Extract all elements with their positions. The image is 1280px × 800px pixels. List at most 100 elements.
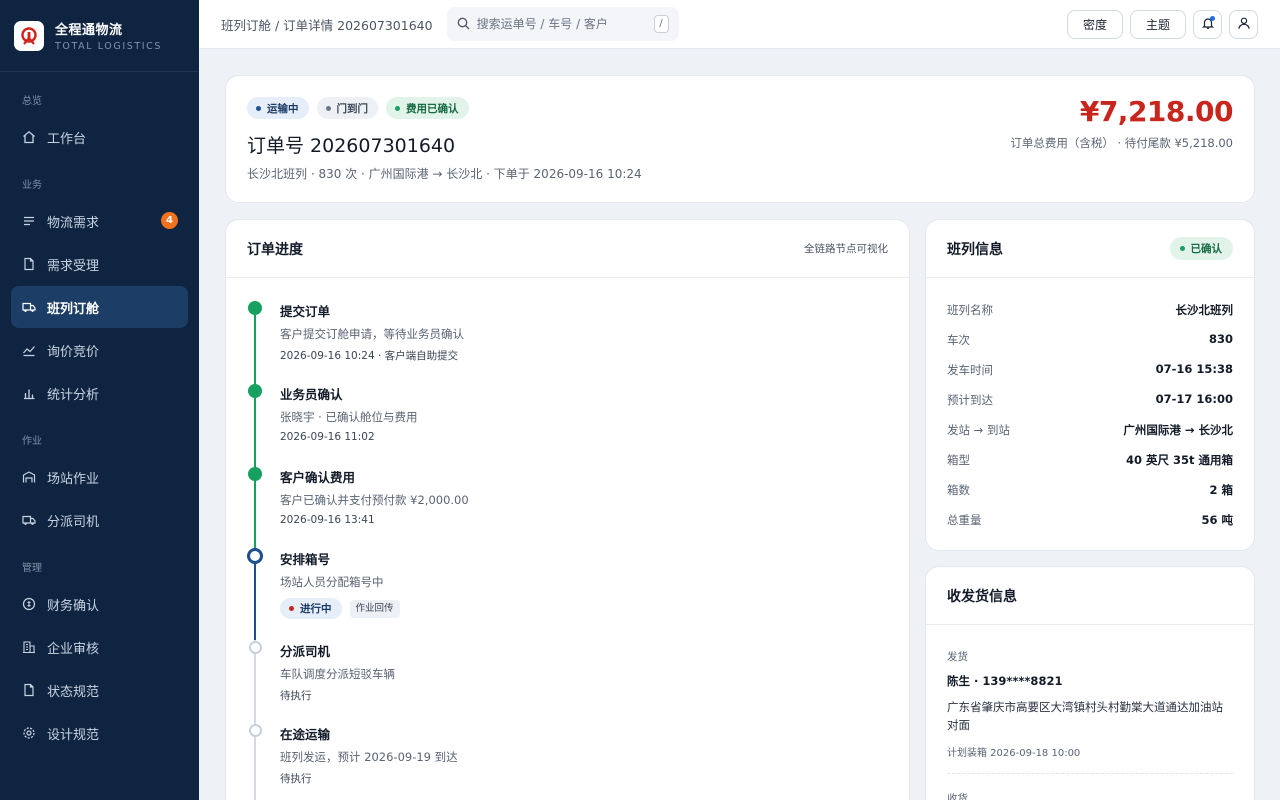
breadcrumb[interactable]: 班列订舱 / 订单详情 202607301640 <box>221 15 433 34</box>
timeline-node-current <box>247 548 263 564</box>
search-shortcut: / <box>653 15 669 33</box>
sidebar-item-label: 统计分析 <box>47 387 100 403</box>
sidebar-item-label: 询价竞价 <box>47 344 100 360</box>
sidebar-item-label: 工作台 <box>47 131 87 147</box>
in-progress-badge: 进行中 <box>280 598 342 619</box>
search-icon <box>457 15 470 34</box>
brand-name: 全程通物流 <box>55 23 123 38</box>
notification-button[interactable] <box>1193 10 1222 39</box>
sidebar-item-design-spec[interactable]: 设计规范 <box>11 712 188 754</box>
order-total: ¥7,218.00 <box>1079 95 1234 128</box>
info-row: 发站 → 到站 广州国际港 → 长沙北 <box>947 423 1233 437</box>
sidebar-item-label: 企业审核 <box>47 641 100 657</box>
logo-icon <box>14 20 44 51</box>
confirmed-badge: 已确认 <box>1169 237 1233 260</box>
info-row: 箱型 40 英尺 35t 通用箱 <box>947 453 1233 467</box>
timeline-step: 分派司机 车队调度分派短驳车辆 待执行 <box>280 644 395 702</box>
timeline-line-pending <box>254 640 256 800</box>
document-icon <box>22 683 36 697</box>
sender-contact: 陈生 · 139****8821 <box>947 674 1063 688</box>
sidebar-item-workbench[interactable]: 工作台 <box>11 116 188 158</box>
sender-plan-time: 计划装箱 2026-09-18 10:00 <box>947 748 1081 759</box>
card-title: 收发货信息 <box>947 588 1017 605</box>
timeline-step: 提交订单 客户提交订舱申请，等待业务员确认 2026-09-16 10:24 ·… <box>280 304 464 362</box>
sidebar-item-train-booking[interactable]: 班列订舱 <box>11 286 188 328</box>
count-badge: 4 <box>161 212 178 229</box>
info-row: 车次 830 <box>947 332 1233 347</box>
topbar: 班列订舱 / 订单详情 202607301640 / 密度 主题 <box>199 0 1280 49</box>
status-chip-fee-confirmed: 费用已确认 <box>386 97 469 119</box>
truck-icon <box>22 513 36 527</box>
sidebar-item-label: 物流需求 <box>47 215 100 231</box>
status-chip-in-transit: 运输中 <box>247 97 309 119</box>
brand: 全程通物流 TOTAL LOGISTICS <box>0 0 199 72</box>
status-chip-door-to-door: 门到门 <box>316 97 378 119</box>
trend-icon <box>22 343 36 357</box>
nav-group-operations: 作业 <box>22 436 42 447</box>
sidebar-item-label: 班列订舱 <box>47 301 100 317</box>
timeline-line-current <box>254 557 256 640</box>
sidebar-item-label: 状态规范 <box>47 684 100 700</box>
shipping-info-card: 收发货信息 发货 陈生 · 139****8821 广东省肇庆市高要区大湾镇村头… <box>925 566 1255 800</box>
document-icon <box>22 257 36 271</box>
timeline-step: 业务员确认 张晓宇 · 已确认舱位与费用 2026-09-16 11:02 <box>280 387 418 443</box>
sidebar-item-finance-confirm[interactable]: 财务确认 <box>11 583 188 625</box>
info-row: 预计到达 07-17 16:00 <box>947 392 1233 407</box>
timeline-node-pending <box>248 641 262 654</box>
sidebar-item-status-spec[interactable]: 状态规范 <box>11 669 188 711</box>
notification-dot <box>1210 16 1215 21</box>
sidebar-item-label: 财务确认 <box>47 598 100 614</box>
nav-group-business: 业务 <box>22 180 42 191</box>
sidebar-item-yard-operations[interactable]: 场站作业 <box>11 456 188 498</box>
sidebar-item-demand-accept[interactable]: 需求受理 <box>11 243 188 285</box>
sender-label: 发货 <box>947 651 968 663</box>
info-row: 箱数 2 箱 <box>947 483 1233 497</box>
info-row: 总重量 56 吨 <box>947 513 1233 527</box>
nav-group-overview: 总览 <box>22 96 42 107</box>
sidebar-item-statistics[interactable]: 统计分析 <box>11 372 188 414</box>
order-meta: 长沙北班列 · 830 次 · 广州国际港 → 长沙北 · 下单于 2026-0… <box>247 167 642 181</box>
info-row: 发车时间 07-16 15:38 <box>947 362 1233 377</box>
bar-chart-icon <box>22 386 36 400</box>
nav-group-management: 管理 <box>22 563 42 574</box>
user-icon <box>1237 15 1251 34</box>
divider <box>947 773 1233 774</box>
train-info-card: 班列信息 已确认 班列名称 长沙北班列 车次 830 发车时间 07-16 15:38… <box>925 219 1255 551</box>
card-title: 班列信息 <box>947 241 1003 258</box>
search-input[interactable] <box>476 17 654 31</box>
sidebar-item-label: 设计规范 <box>47 727 100 743</box>
user-button[interactable] <box>1229 10 1258 39</box>
timeline-step: 在途运输 班列发运，预计 2026-09-19 到达 待执行 <box>280 727 458 785</box>
progress-note: 全链路节点可视化 <box>804 243 888 255</box>
sidebar-item-enterprise-review[interactable]: 企业审核 <box>11 626 188 668</box>
warehouse-icon <box>22 470 36 484</box>
gear-icon <box>22 726 36 740</box>
order-total-note: 订单总费用（含税） · 待付尾款 ¥5,218.00 <box>1010 136 1233 150</box>
truck-icon <box>22 300 36 314</box>
sidebar-item-dispatch-driver[interactable]: 分派司机 <box>11 499 188 541</box>
sidebar-item-inquiry-bidding[interactable]: 询价竞价 <box>11 329 188 371</box>
density-button[interactable]: 密度 <box>1066 10 1123 39</box>
info-row: 班列名称 长沙北班列 <box>947 303 1233 317</box>
building-icon <box>22 640 36 654</box>
receiver-label: 收货 <box>947 793 968 800</box>
search-box[interactable]: / <box>446 7 679 41</box>
sidebar-item-logistics-demand[interactable]: 物流需求 4 <box>11 200 188 242</box>
sidebar-item-label: 需求受理 <box>47 258 100 274</box>
work-report-tag: 作业回传 <box>349 599 400 618</box>
order-progress-card: 订单进度 全链路节点可视化 提交订单 客户提交订舱申请，等待业务员确认 2026… <box>225 219 910 800</box>
timeline-step: 客户确认费用 客户已确认并支付预付款 ¥2,000.00 2026-09-16 … <box>280 470 469 526</box>
timeline-node-done <box>248 301 262 315</box>
theme-button[interactable]: 主题 <box>1129 10 1186 39</box>
coin-icon <box>22 597 36 611</box>
order-summary-card: 运输中 门到门 费用已确认 订单号 202607301640 长沙北班列 · 8… <box>225 75 1255 203</box>
sidebar-item-label: 场站作业 <box>47 471 100 487</box>
sidebar-item-label: 分派司机 <box>47 514 100 530</box>
timeline-line-done <box>254 309 256 557</box>
order-title: 订单号 202607301640 <box>247 135 456 157</box>
timeline-node-done <box>248 467 262 481</box>
list-icon <box>22 214 36 228</box>
card-title: 订单进度 <box>247 241 303 258</box>
home-icon <box>22 130 36 144</box>
sender-address: 广东省肇庆市高要区大湾镇村头村勤棠大道通达加油站对面 <box>947 700 1223 732</box>
